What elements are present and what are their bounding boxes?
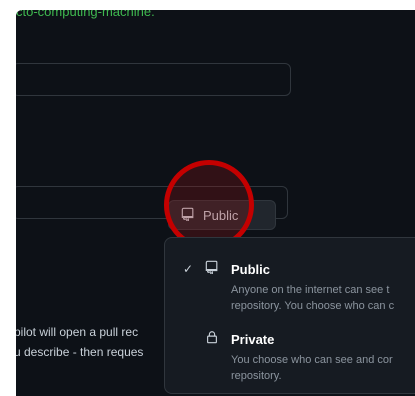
description-input[interactable] [16, 63, 291, 96]
check-icon: ✓ [183, 262, 194, 276]
copilot-description: pilot will open a pull rec u describe - … [16, 325, 144, 359]
lock-icon [205, 330, 219, 349]
visibility-menu: ✓ Public Anyone on the internet can see … [164, 237, 415, 394]
repo-name-hint: cto-computing-machine. [16, 10, 155, 19]
repo-create-panel: cto-computing-machine. Public pilot will… [16, 10, 415, 396]
repo-icon [205, 260, 219, 279]
menu-item-public-desc: Anyone on the internet can see t reposit… [231, 284, 395, 312]
menu-item-private-title: Private [231, 332, 275, 347]
menu-item-private-desc: You choose who can see and cor repositor… [231, 354, 393, 382]
menu-item-public-title: Public [231, 262, 271, 277]
